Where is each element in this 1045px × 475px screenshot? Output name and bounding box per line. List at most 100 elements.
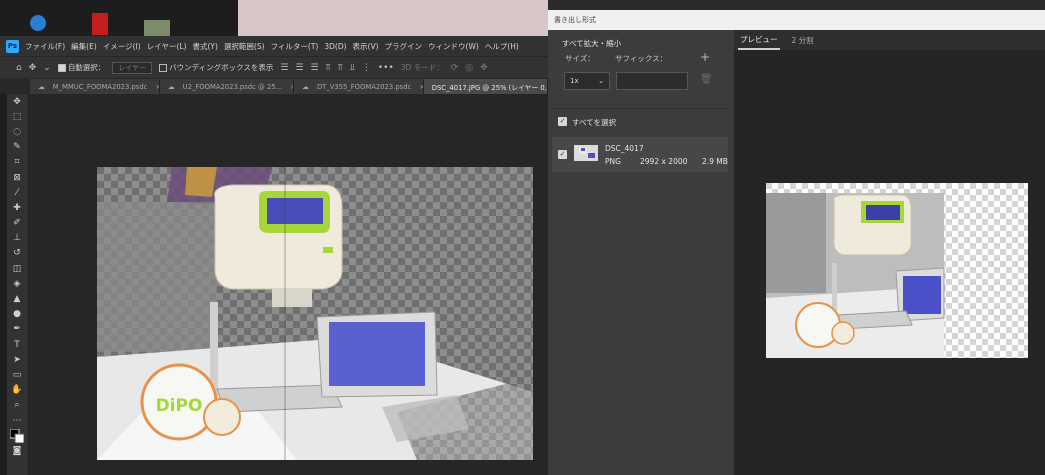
brush-tool-icon[interactable]: ✐ [7, 216, 27, 231]
select-all-checkbox[interactable]: ✓ [558, 117, 567, 126]
frame-tool-icon[interactable]: ⊠ [7, 170, 27, 185]
cloud-doc-icon: ☁ [38, 82, 45, 91]
menu-type[interactable]: 書式(Y) [193, 41, 218, 52]
3d-rotate-icon[interactable]: ⟳ [451, 63, 459, 73]
menu-edit[interactable]: 編集(E) [71, 41, 97, 52]
options-bar: ⌂ ✥ ⌄ 自動選択： レイヤー バウンディングボックスを表示 ☰ ☰ ☰ ⫪ … [0, 56, 548, 78]
document-tab-label: M_MMUC_FOOMA2023.psdc [52, 82, 148, 91]
divider [552, 108, 728, 109]
suffix-input[interactable] [616, 72, 688, 90]
document-tab-label: U2_FOOMA2023.psdc @ 25... [182, 82, 283, 91]
bounding-box-label: バウンディングボックスを表示 [169, 63, 274, 72]
tools-panel: ✥ ⬚ ◌ ✎ ⌗ ⊠ ⁄ ✚ ✐ ⊥ ↺ ◫ ◈ ▲ ● ✒ T ➤ ▭ ✋ … [7, 94, 27, 475]
align-top-icon[interactable]: ⫪ [326, 63, 331, 73]
asset-dimensions: 2992 x 2000 [640, 157, 688, 166]
trash-icon[interactable]: 🗑 [700, 74, 713, 85]
menu-layer[interactable]: レイヤー(L) [147, 41, 187, 52]
menu-3d[interactable]: 3D(D) [324, 42, 346, 51]
menu-help[interactable]: ヘルプ(H) [485, 41, 519, 52]
document-tab-label: DSC_4017.JPG @ 25% (レイヤー 0, レイヤーマ [431, 83, 547, 92]
history-brush-tool-icon[interactable]: ↺ [7, 246, 27, 261]
tab-2up[interactable]: 2 分割 [790, 32, 816, 49]
document-tab[interactable]: ☁ M_MMUC_FOOMA2023.psdc × [30, 79, 160, 94]
3d-pan-icon[interactable]: ✥ [480, 63, 488, 73]
path-select-tool-icon[interactable]: ➤ [7, 352, 27, 367]
bounding-box-checkbox[interactable]: バウンディングボックスを表示 [159, 62, 273, 73]
auto-select-label: 自動選択： [67, 63, 106, 72]
cloud-doc-icon: ☁ [302, 82, 309, 91]
align-left-icon[interactable]: ☰ [280, 63, 288, 73]
type-tool-icon[interactable]: T [7, 337, 27, 352]
menu-filter[interactable]: フィルター(T) [271, 41, 319, 52]
size-label: サイズ： [565, 54, 595, 63]
add-scale-icon[interactable]: + [700, 50, 710, 64]
preview-image[interactable] [766, 183, 1028, 358]
quick-mask-icon[interactable]: ◙ [7, 443, 27, 458]
document-tab-label: DT_V355_FOOMA2023.psdc [316, 82, 412, 91]
align-right-icon[interactable]: ☰ [311, 63, 319, 73]
desktop-file-icon[interactable] [144, 20, 170, 36]
asset-thumbnail [574, 145, 598, 161]
asset-checkbox[interactable]: ✓ [558, 150, 567, 159]
document-tab-active[interactable]: DSC_4017.JPG @ 25% (レイヤー 0, レイヤーマ [423, 79, 548, 94]
suffix-label: サフィックス： [615, 54, 668, 63]
preview-photo [766, 183, 1028, 358]
shape-tool-icon[interactable]: ▭ [7, 367, 27, 382]
desktop-app-icon[interactable] [30, 15, 46, 31]
size-dropdown[interactable]: 1x ⌄ [564, 72, 610, 90]
desktop-app-icon[interactable] [92, 13, 108, 35]
pen-tool-icon[interactable]: ✒ [7, 322, 27, 337]
dialog-title: 書き出し形式 [548, 10, 1045, 30]
auto-select-target-dropdown[interactable]: レイヤー [112, 61, 153, 74]
eraser-tool-icon[interactable]: ◫ [7, 261, 27, 276]
color-swatch-icon[interactable] [7, 428, 27, 443]
paint-bucket-tool-icon[interactable]: ◈ [7, 276, 27, 291]
logo-badge-text: DiPO [156, 396, 203, 416]
move-tool-icon[interactable]: ✥ [7, 94, 27, 109]
asset-filesize: 2.9 MB [702, 157, 728, 166]
crop-tool-icon[interactable]: ⌗ [7, 155, 27, 170]
home-icon[interactable]: ⌂ [16, 63, 22, 73]
more-options-icon[interactable]: ••• [378, 63, 394, 73]
preview-tabs: プレビュー 2 分割 [734, 30, 1045, 50]
3d-mode-label: 3D モード： [400, 63, 444, 72]
document-tab[interactable]: ☁ U2_FOOMA2023.psdc @ 25... × [159, 79, 295, 94]
quick-select-tool-icon[interactable]: ✎ [7, 140, 27, 155]
select-all-label: すべてを選択 [572, 118, 617, 127]
auto-select-checkbox[interactable]: 自動選択： [57, 62, 106, 73]
menu-window[interactable]: ウィンドウ(W) [428, 41, 479, 52]
marquee-tool-icon[interactable]: ⬚ [7, 109, 27, 124]
asset-name: DSC_4017 [605, 144, 644, 153]
tab-preview[interactable]: プレビュー [738, 31, 780, 50]
eyedropper-tool-icon[interactable]: ⁄ [7, 185, 27, 200]
menu-file[interactable]: ファイル(F) [25, 41, 65, 52]
menu-select[interactable]: 選択範囲(S) [224, 41, 265, 52]
menu-plugins[interactable]: プラグイン [385, 41, 423, 52]
distribute-icon[interactable]: ⋮ [362, 63, 371, 73]
dodge-tool-icon[interactable]: ● [7, 307, 27, 322]
blur-tool-icon[interactable]: ▲ [7, 291, 27, 306]
align-bottom-icon[interactable]: ⫫ [350, 63, 355, 73]
edit-toolbar-icon[interactable]: ⋯ [7, 413, 27, 428]
hand-tool-icon[interactable]: ✋ [7, 383, 27, 398]
desktop-window-behind [238, 0, 548, 36]
stamp-tool-icon[interactable]: ⊥ [7, 231, 27, 246]
align-center-icon[interactable]: ☰ [295, 63, 303, 73]
move-tool-icon[interactable]: ✥ [29, 63, 37, 73]
zoom-tool-icon[interactable]: ⌕ [7, 398, 27, 413]
align-middle-icon[interactable]: ⫪ [338, 63, 343, 73]
menu-view[interactable]: 表示(V) [353, 41, 379, 52]
export-settings-panel [548, 30, 734, 475]
asset-format: PNG [605, 157, 621, 166]
3d-roll-icon[interactable]: ◎ [465, 63, 473, 73]
panel-edge [0, 94, 7, 475]
healing-brush-tool-icon[interactable]: ✚ [7, 200, 27, 215]
cloud-doc-icon: ☁ [167, 82, 175, 91]
document-tab[interactable]: ☁ DT_V355_FOOMA2023.psdc × [294, 79, 424, 94]
menu-bar: Ps ファイル(F) 編集(E) イメージ(I) レイヤー(L) 書式(Y) 選… [0, 36, 548, 56]
chevron-down-icon: ⌄ [598, 77, 604, 85]
menu-image[interactable]: イメージ(I) [103, 41, 141, 52]
lasso-tool-icon[interactable]: ◌ [7, 124, 27, 139]
chevron-down-icon[interactable]: ⌄ [43, 63, 51, 73]
document-canvas[interactable]: DiPO [97, 167, 533, 460]
